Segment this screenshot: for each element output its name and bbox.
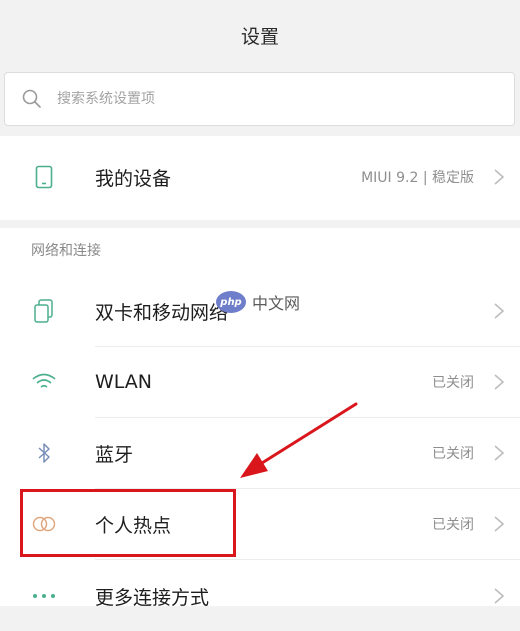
annotation-arrow <box>240 402 358 478</box>
